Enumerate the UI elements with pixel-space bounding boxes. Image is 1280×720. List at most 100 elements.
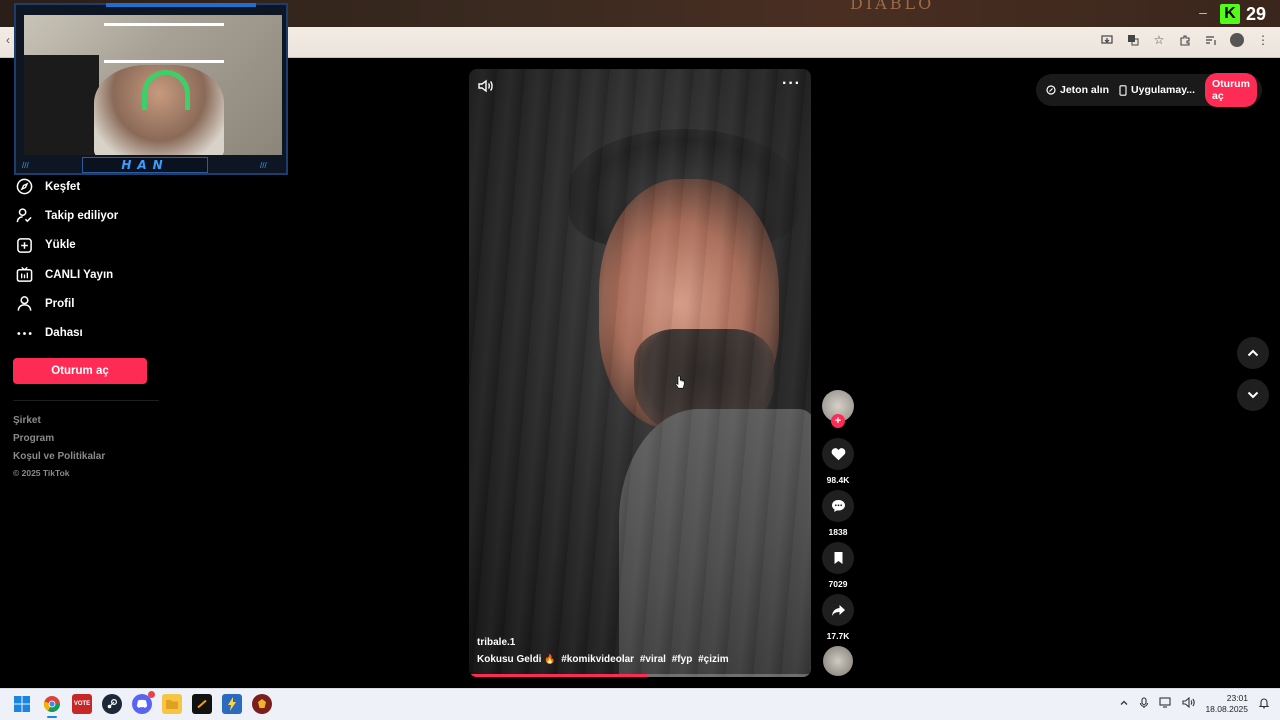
- footer-link-company[interactable]: Şirket: [13, 412, 105, 430]
- banner-title: DIABLO: [850, 0, 935, 13]
- sidebar-item-label: CANLI Yayın: [45, 268, 114, 281]
- lightning-app-icon[interactable]: [222, 694, 242, 714]
- caption-text: Kokusu Geldi: [477, 654, 542, 665]
- video-player[interactable]: ··· tribale.1 Kokusu Geldi 🔥 #komikvideo…: [469, 69, 811, 677]
- sidebar-item-more[interactable]: Dahası: [0, 318, 165, 347]
- webcam-shelf: [104, 23, 224, 63]
- install-app-icon[interactable]: [1100, 33, 1114, 47]
- sidebar-item-live[interactable]: CANLI Yayın: [0, 260, 165, 289]
- back-icon[interactable]: ‹: [6, 33, 10, 47]
- save-button[interactable]: [822, 542, 854, 574]
- notification-bell-icon[interactable]: [1258, 697, 1270, 712]
- reading-list-icon[interactable]: [1204, 33, 1218, 47]
- sidebar-item-following[interactable]: Takip ediliyor: [0, 201, 165, 230]
- video-progress-bar[interactable]: [469, 674, 811, 677]
- hashtag-link[interactable]: #fyp: [672, 654, 693, 665]
- mouse-pointer-icon: [675, 375, 685, 389]
- profile-avatar-icon[interactable]: [1230, 33, 1244, 47]
- user-follow-icon: [15, 207, 33, 225]
- game-launcher-icon[interactable]: [252, 694, 272, 714]
- sidebar-item-label: Dahası: [45, 327, 83, 340]
- file-explorer-icon[interactable]: [162, 694, 182, 714]
- minimize-button[interactable]: –: [1196, 2, 1210, 22]
- browser-toolbar-icons: ☆ ⋮: [1100, 33, 1270, 47]
- sidebar-divider: [13, 400, 159, 401]
- hashtag-link[interactable]: #çizim: [698, 654, 729, 665]
- video-caption: Kokusu Geldi 🔥 #komikvideolar #viral #fy…: [477, 654, 729, 665]
- video-more-icon[interactable]: ···: [782, 75, 801, 93]
- next-video-button[interactable]: [1237, 379, 1269, 411]
- compass-icon: [15, 178, 33, 196]
- hashtag-link[interactable]: #viral: [640, 654, 666, 665]
- sidebar-nav: Keşfet Takip ediliyor Yükle CANLI Yayın …: [0, 172, 165, 348]
- author-avatar[interactable]: +: [822, 390, 854, 428]
- top-login-button[interactable]: Oturum aç: [1205, 73, 1257, 107]
- volume-tray-icon[interactable]: [1182, 696, 1196, 711]
- previous-video-button[interactable]: [1237, 337, 1269, 369]
- translate-icon[interactable]: [1126, 33, 1140, 47]
- sidebar-item-profile[interactable]: Profil: [0, 289, 165, 318]
- webcam-name-plate: HAN: [82, 157, 208, 173]
- follow-plus-icon[interactable]: +: [831, 414, 845, 428]
- webcam-stripes-left: ///: [22, 161, 29, 170]
- browser-menu-icon[interactable]: ⋮: [1256, 33, 1270, 47]
- fire-emoji-icon: 🔥: [544, 654, 556, 664]
- live-tv-icon: [15, 266, 33, 284]
- sidebar-item-label: Profil: [45, 297, 75, 310]
- discord-icon[interactable]: [132, 691, 155, 714]
- sidebar-item-explore[interactable]: Keşfet: [0, 172, 165, 201]
- get-app-button[interactable]: Uygulamay...: [1119, 84, 1195, 96]
- kick-viewer-count: 29: [1246, 3, 1267, 24]
- headset-icon: [142, 70, 190, 110]
- windows-start-icon[interactable]: [12, 694, 32, 714]
- microphone-icon[interactable]: [1139, 696, 1149, 712]
- network-icon[interactable]: [1159, 697, 1172, 711]
- footer-copyright: © 2025 TikTok: [13, 468, 70, 478]
- active-indicator: [47, 716, 57, 718]
- clock-time: 23:01: [1226, 693, 1248, 703]
- vote-app-icon[interactable]: VOTE: [72, 694, 92, 714]
- upload-plus-icon: [15, 236, 33, 254]
- hashtag-link[interactable]: #komikvideolar: [561, 654, 634, 665]
- webcam-stripes-right: ///: [260, 161, 267, 170]
- top-actions-bar: Jeton alın Uygulamay... Oturum aç: [1036, 73, 1262, 107]
- profile-icon: [15, 295, 33, 313]
- video-frame-backdrop: [469, 69, 811, 677]
- tray-overflow-chevron-icon[interactable]: [1119, 698, 1129, 711]
- share-arrow-icon: [831, 604, 845, 616]
- webcam-jersey: [24, 55, 99, 155]
- share-button[interactable]: [822, 594, 854, 626]
- sidebar-item-upload[interactable]: Yükle: [0, 231, 165, 260]
- volume-icon[interactable]: [477, 77, 495, 95]
- chevron-down-icon: [1247, 391, 1259, 399]
- extensions-icon[interactable]: [1178, 33, 1192, 47]
- like-button[interactable]: [822, 438, 854, 470]
- share-count: 17.7K: [826, 631, 850, 641]
- footer-link-program[interactable]: Program: [13, 430, 105, 448]
- streamer-name: HAN: [121, 158, 169, 172]
- sidebar-item-label: Yükle: [45, 239, 76, 252]
- video-progress-fill: [469, 674, 647, 677]
- get-app-label: Uygulamay...: [1131, 84, 1196, 96]
- save-count: 7029: [828, 579, 848, 589]
- action-rail: + 98.4K 1838 7029 17.7K: [821, 390, 855, 676]
- bookmark-star-icon[interactable]: ☆: [1152, 33, 1166, 47]
- heart-icon: [831, 448, 845, 461]
- steam-icon[interactable]: [102, 694, 122, 714]
- more-dots-icon: [15, 324, 33, 342]
- comment-count: 1838: [828, 527, 848, 537]
- system-tray: 23:01 18.08.2025: [1119, 693, 1270, 715]
- taskbar-apps: VOTE: [12, 691, 272, 718]
- chrome-icon[interactable]: [42, 694, 62, 718]
- get-coins-button[interactable]: Jeton alın: [1046, 84, 1109, 96]
- terminal-icon[interactable]: [192, 694, 212, 714]
- sidebar-login-button[interactable]: Oturum aç: [13, 358, 147, 384]
- sound-disc-icon[interactable]: [823, 646, 853, 676]
- footer-link-terms[interactable]: Koşul ve Politikalar: [13, 448, 105, 466]
- video-author[interactable]: tribale.1: [477, 637, 515, 648]
- webcam-accent: [106, 3, 256, 7]
- system-clock[interactable]: 23:01 18.08.2025: [1205, 693, 1248, 715]
- sidebar-footer: Şirket Program Koşul ve Politikalar © 20…: [13, 412, 105, 480]
- comment-button[interactable]: [822, 490, 854, 522]
- sidebar-item-label: Keşfet: [45, 180, 81, 193]
